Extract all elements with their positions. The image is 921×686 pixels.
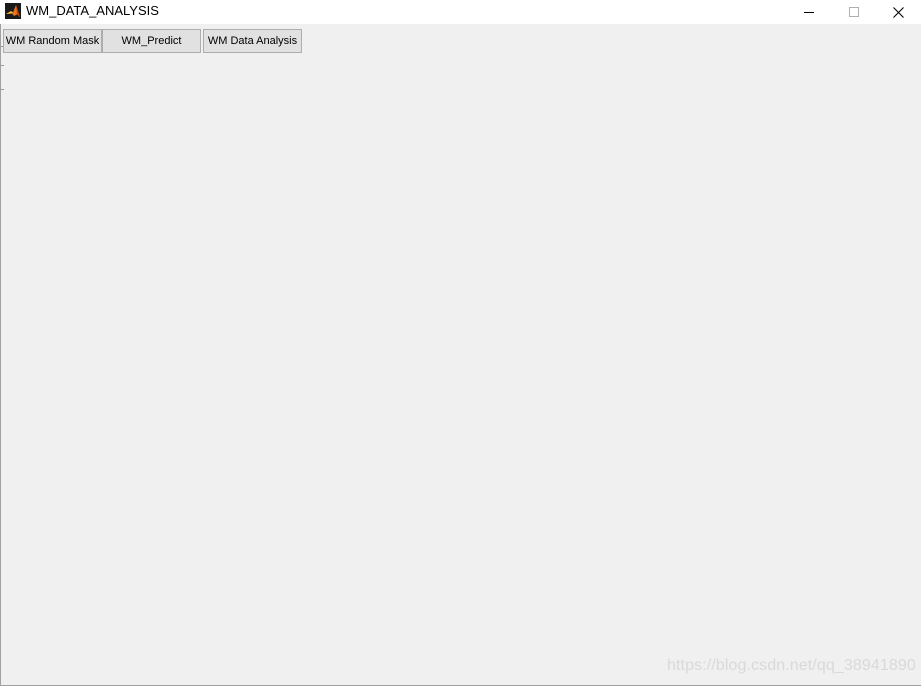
maximize-icon — [848, 7, 859, 17]
watermark-text: https://blog.csdn.net/qq_38941890 — [667, 657, 916, 674]
panel-edge-tick — [1, 65, 4, 66]
panel-edge-tick — [1, 89, 4, 90]
application-window: WM_DATA_ANALYSIS WM Random Mask WM_Predi… — [0, 0, 921, 686]
wm-predict-button[interactable]: WM_Predict — [102, 29, 201, 53]
maximize-button[interactable] — [831, 0, 876, 24]
minimize-button[interactable] — [786, 0, 831, 24]
close-button[interactable] — [876, 0, 921, 24]
window-title: WM_DATA_ANALYSIS — [26, 3, 159, 18]
matlab-app-icon — [5, 3, 21, 19]
wm-data-analysis-button[interactable]: WM Data Analysis — [203, 29, 302, 53]
minimize-icon — [803, 12, 814, 13]
title-bar[interactable]: WM_DATA_ANALYSIS — [0, 0, 921, 24]
figure-panel: WM Random Mask WM_Predict WM Data Analys… — [0, 24, 921, 686]
wm-random-mask-button[interactable]: WM Random Mask — [3, 29, 102, 53]
close-icon — [893, 6, 904, 18]
